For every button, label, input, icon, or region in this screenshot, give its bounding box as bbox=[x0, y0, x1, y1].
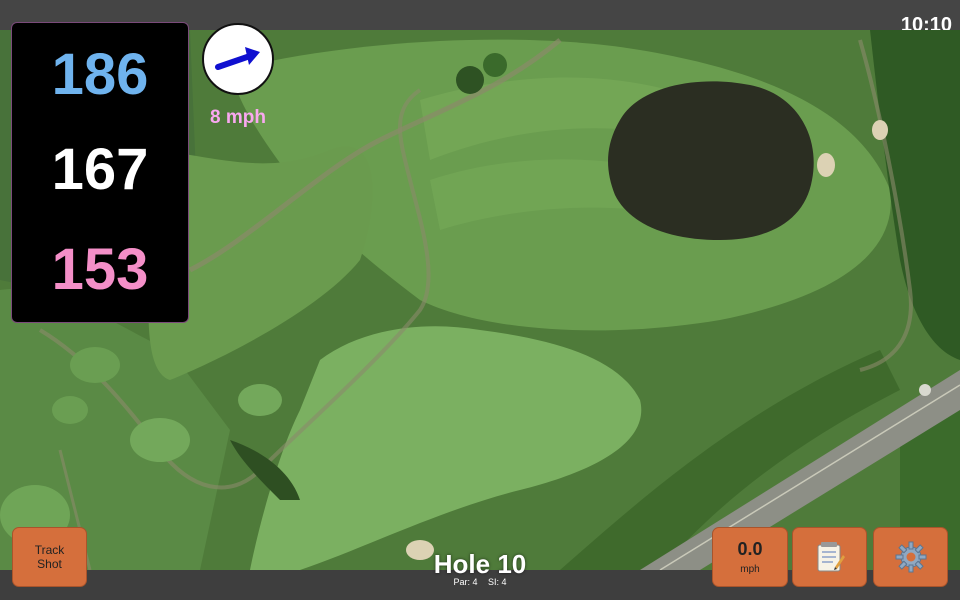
middle-yardage: 167 bbox=[51, 137, 149, 202]
speed-value: 0.0 bbox=[737, 539, 763, 559]
arrow-icon bbox=[215, 47, 260, 70]
scorecard-button[interactable] bbox=[792, 527, 867, 587]
distance-panel: 186 167 153 bbox=[11, 22, 189, 323]
hole-par: Par: 4 bbox=[453, 577, 478, 587]
notepad-icon bbox=[817, 542, 845, 572]
wind-speed-label: 8 mph bbox=[210, 107, 266, 128]
wind-direction-indicator bbox=[202, 23, 274, 95]
settings-button[interactable] bbox=[873, 527, 948, 587]
gear-icon bbox=[895, 541, 926, 573]
back-yardage: 186 bbox=[51, 42, 149, 107]
hole-stroke-index: SI: 4 bbox=[488, 577, 507, 587]
track-shot-button[interactable]: Track Shot bbox=[12, 527, 87, 587]
front-yardage: 153 bbox=[51, 237, 149, 302]
track-shot-label-line1: Track bbox=[34, 543, 65, 557]
hole-info: Par: 4 SI: 4 bbox=[380, 577, 580, 587]
hole-title: Hole 10 bbox=[433, 549, 527, 579]
speed-button[interactable]: 0.0 mph bbox=[712, 527, 788, 587]
speed-unit: mph bbox=[740, 564, 760, 575]
track-shot-label-line2: Shot bbox=[37, 557, 62, 571]
